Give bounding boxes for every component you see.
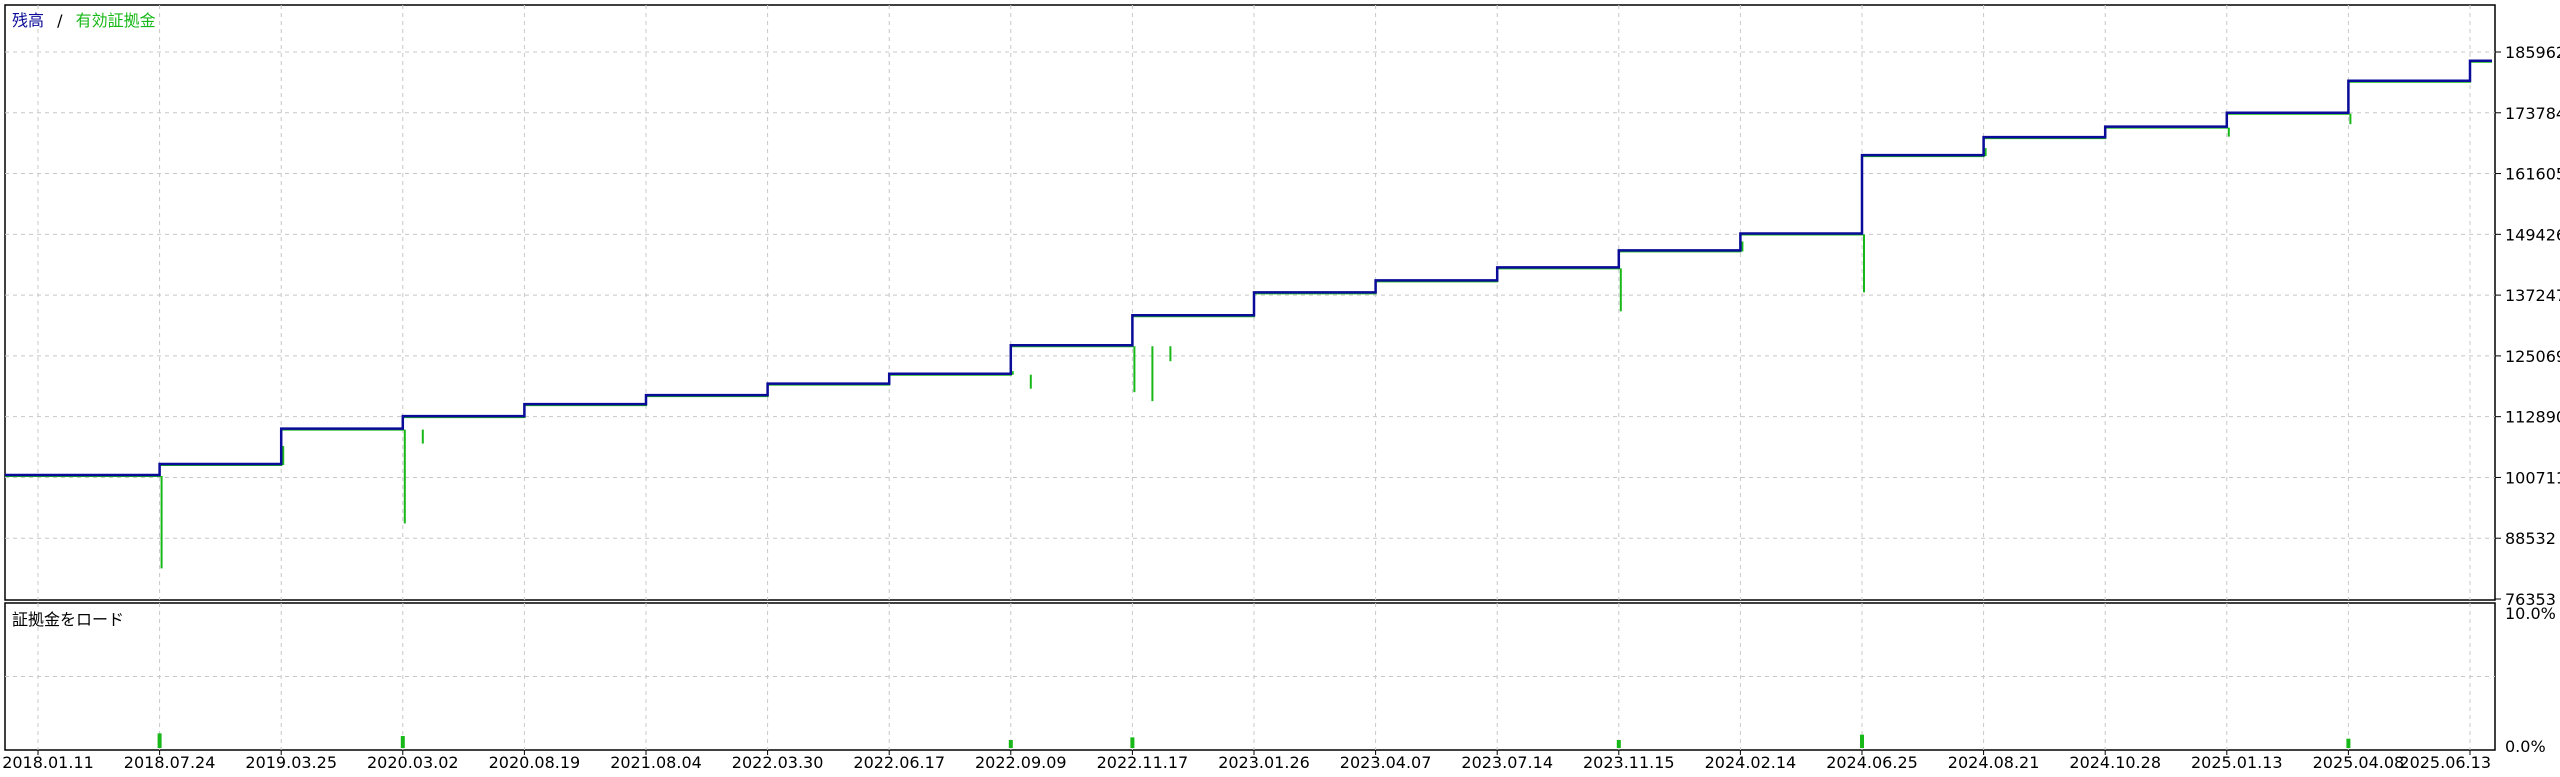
y-tick-label: 173784 <box>2505 104 2560 123</box>
legend-balance: 残高 <box>12 11 44 30</box>
load-bar <box>1860 734 1864 748</box>
load-y-tick-label: 10.0% <box>2505 604 2556 623</box>
legend-separator: / <box>57 11 63 30</box>
main-grid <box>5 5 2495 600</box>
x-tick-label: 2023.07.14 <box>1461 753 1553 772</box>
x-tick-label: 2020.03.02 <box>367 753 459 772</box>
equity-dips <box>160 113 2352 569</box>
x-tick-label: 2024.10.28 <box>2069 753 2161 772</box>
x-tick-label: 2022.06.17 <box>853 753 945 772</box>
load-bar <box>157 733 162 748</box>
x-tick-label: 2025.06.13 <box>2399 753 2491 772</box>
x-tick-label: 2024.02.14 <box>1705 753 1797 772</box>
y-tick-label: 137247 <box>2505 286 2560 305</box>
load-bar <box>1616 740 1621 748</box>
legend: 残高 / 有効証拠金 <box>12 11 156 30</box>
y-tick-label: 149426 <box>2505 225 2560 244</box>
x-tick-label: 2025.01.13 <box>2191 753 2283 772</box>
load-y-tick-label: 0.0% <box>2505 737 2546 756</box>
equity-chart-window: 185962 173784 161605 149426 137247 125069 1128… <box>0 0 2560 773</box>
x-tick-label: 2020.08.19 <box>489 753 581 772</box>
y-tick-label: 88532 <box>2505 529 2556 548</box>
load-panel-frame <box>4 602 2496 751</box>
load-bar <box>2346 738 2351 748</box>
load-bar <box>400 736 405 748</box>
x-tick-label: 2022.03.30 <box>732 753 824 772</box>
load-panel-label: 証拠金をロード <box>12 610 124 629</box>
x-tick-label: 2025.04.08 <box>2313 753 2405 772</box>
x-tick-label: 2024.08.21 <box>1948 753 2040 772</box>
series-layer <box>5 59 2492 477</box>
x-tick-label: 2023.11.15 <box>1583 753 1675 772</box>
x-tick-label: 2022.09.09 <box>975 753 1067 772</box>
x-tick-label: 2023.01.26 <box>1218 753 1310 772</box>
main-panel-frame <box>4 4 2496 601</box>
load-grid <box>5 603 2495 750</box>
x-tick-label: 2018.01.11 <box>2 753 94 772</box>
load-bar <box>1130 737 1135 748</box>
chart-canvas: 185962 173784 161605 149426 137247 125069 1128… <box>2 4 2560 772</box>
legend-equity: 有効証拠金 <box>76 11 156 30</box>
x-tick-label: 2022.11.17 <box>1097 753 1189 772</box>
x-tick-label: 2019.03.25 <box>245 753 337 772</box>
y-tick-labels: 185962 173784 161605 149426 137247 125069 1128… <box>2495 43 2560 756</box>
x-tick-label: 2021.08.04 <box>610 753 702 772</box>
load-bar <box>1008 740 1013 748</box>
balance-line <box>5 59 2492 477</box>
y-tick-label: 161605 <box>2505 165 2560 184</box>
y-tick-label: 100711 <box>2505 468 2560 487</box>
y-tick-label: 125069 <box>2505 347 2560 366</box>
y-tick-label: 112890 <box>2505 408 2560 427</box>
x-tick-label: 2023.04.07 <box>1340 753 1432 772</box>
x-tick-label: 2018.07.24 <box>124 753 216 772</box>
y-tick-label: 185962 <box>2505 43 2560 62</box>
x-tick-labels: 2018.01.11 2018.07.24 2019.03.25 2020.03.02… <box>2 750 2491 772</box>
equity-line <box>5 60 2492 477</box>
x-tick-label: 2024.06.25 <box>1826 753 1918 772</box>
